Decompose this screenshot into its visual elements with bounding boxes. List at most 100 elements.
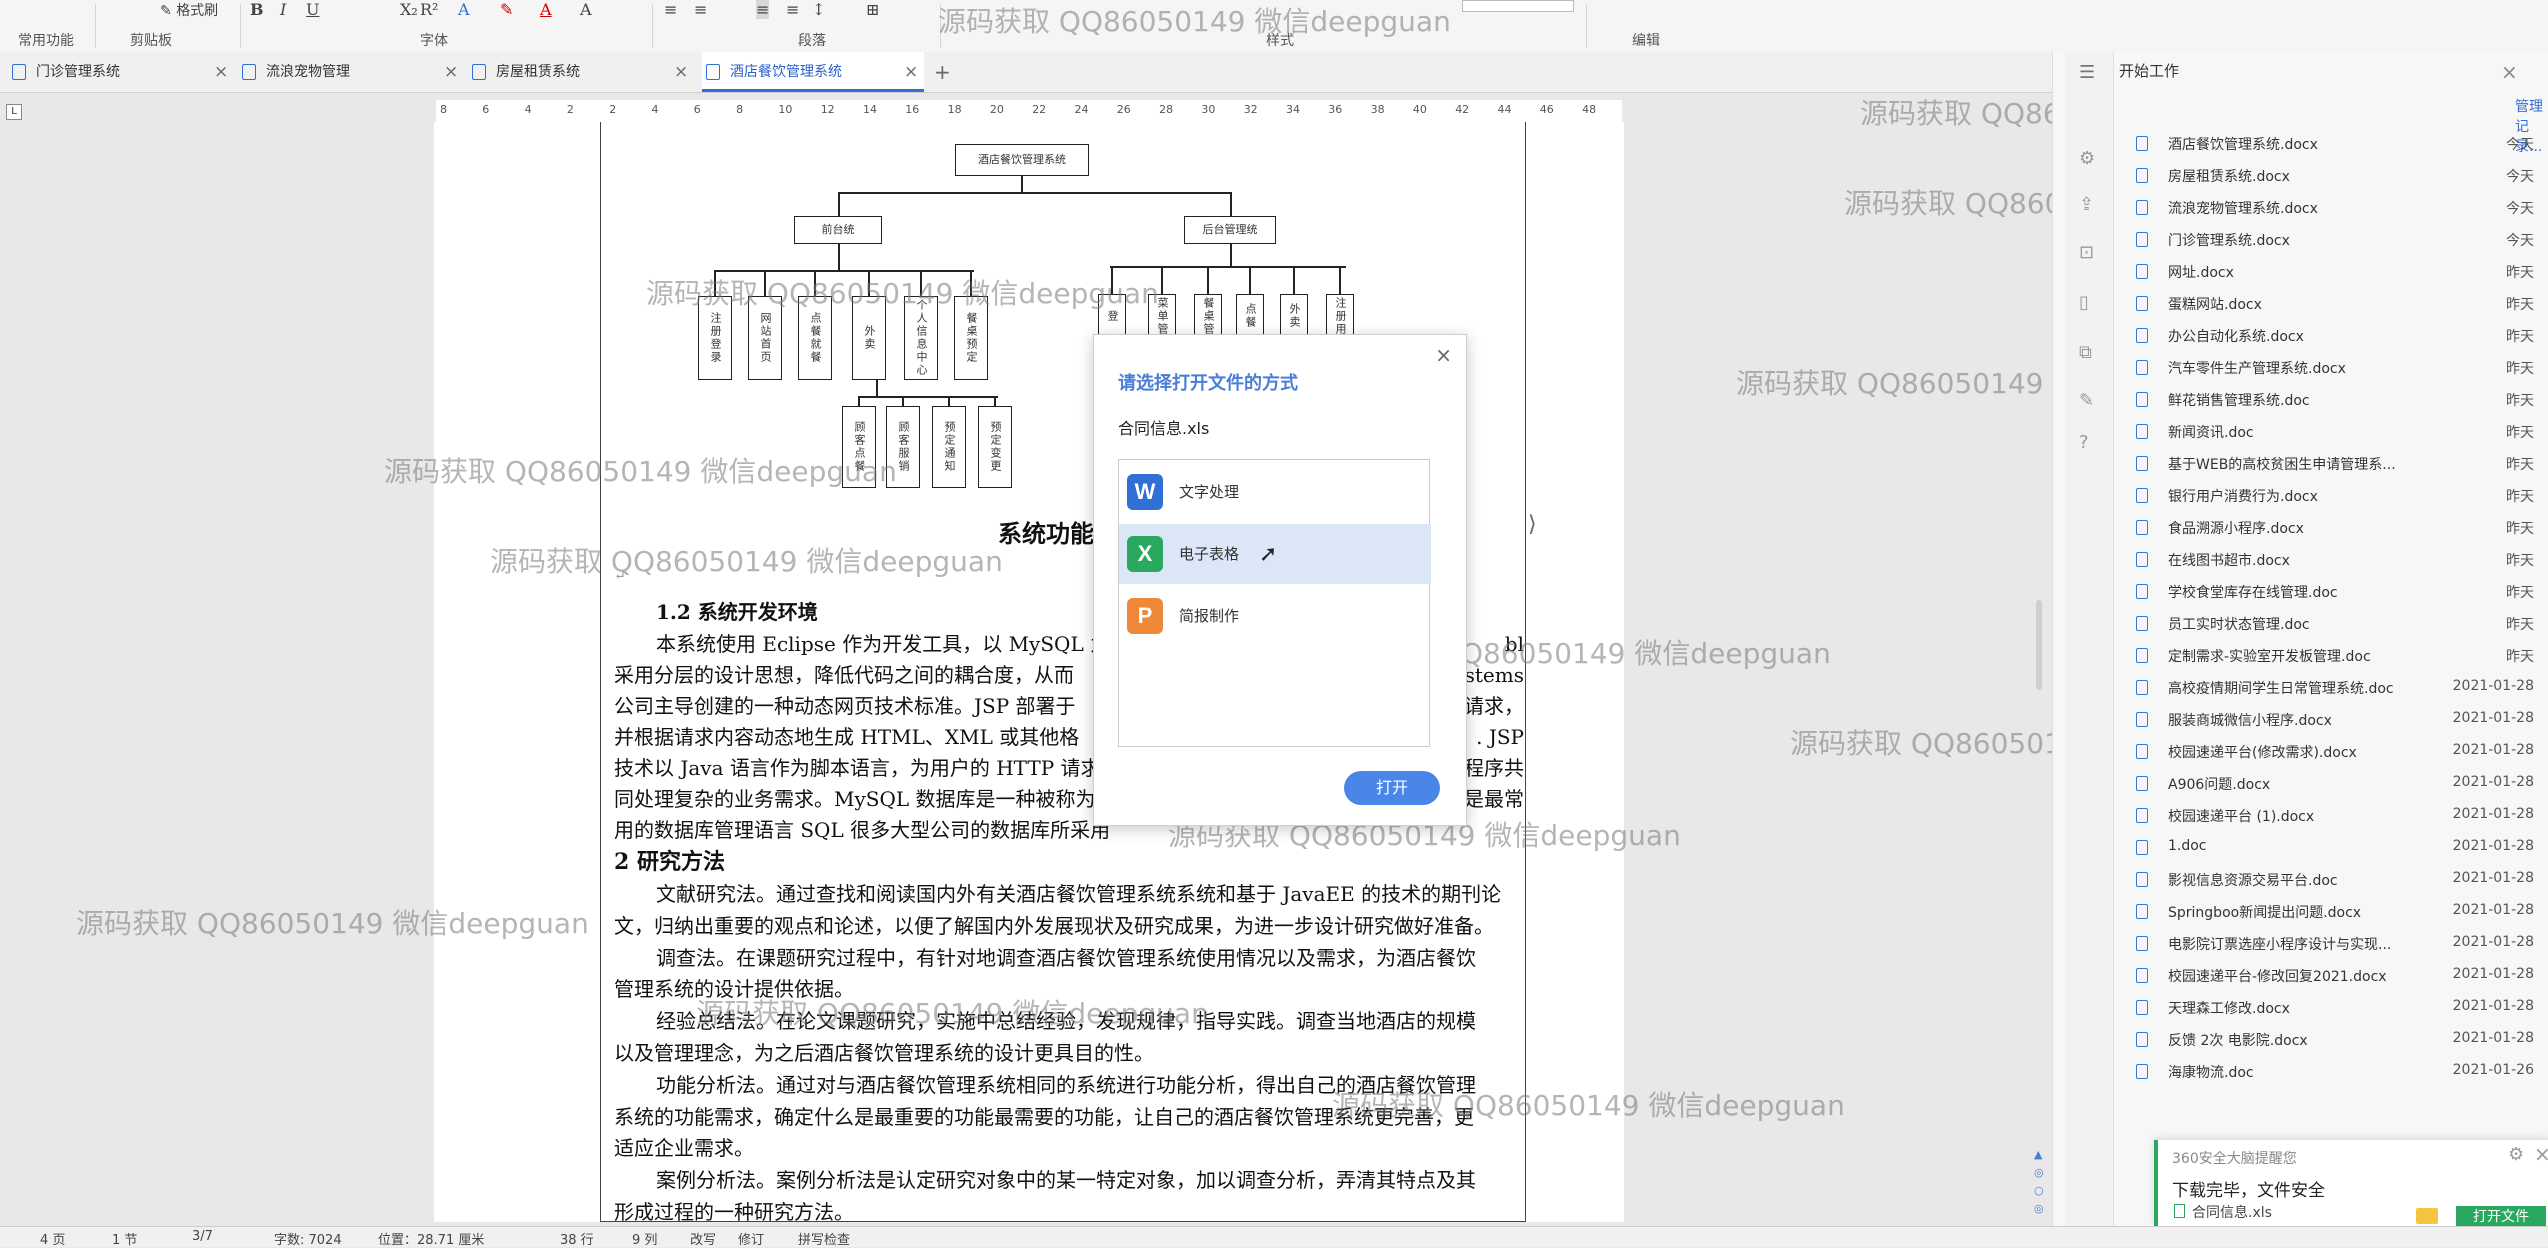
text-effect-icon[interactable]: A (458, 0, 470, 19)
recent-file-row[interactable]: 高校疫情期间学生日常管理系统.doc 2021-01-28 (2136, 672, 2548, 704)
diagram-node: 餐桌管 (1194, 294, 1222, 338)
body-line: 文献研究法。通过查找和阅读国内外有关酒店餐饮管理系统系统和基于 JavaEE 的… (656, 882, 1502, 906)
tab-rental[interactable]: 房屋租赁系统 × (472, 52, 692, 92)
underline-icon[interactable]: U (306, 0, 319, 19)
align-center-icon[interactable]: ≡ (694, 0, 707, 19)
recent-file-name: 影视信息资源交易平台.doc (2168, 873, 2338, 889)
italic-icon[interactable]: I (280, 0, 286, 19)
share-icon[interactable]: ⇪ (2079, 194, 2094, 215)
recent-file-name: 汽车零件生产管理系统.docx (2168, 361, 2346, 377)
line-spacing-icon[interactable]: ↕ (812, 0, 825, 19)
doc-file-icon (2136, 136, 2148, 151)
recent-file-row[interactable]: 学校食堂库存在线管理.doc 昨天 (2136, 576, 2548, 608)
recent-file-row[interactable]: 门诊管理系统.docx 今天 (2136, 224, 2548, 256)
recent-file-row[interactable]: Springboo新闻提出问题.docx 2021-01-28 (2136, 896, 2548, 928)
recent-file-row[interactable]: 天理森工修改.docx 2021-01-28 (2136, 992, 2548, 1024)
char-shading-icon[interactable]: A (580, 0, 592, 19)
recent-file-row[interactable]: 新闻资讯.doc 昨天 (2136, 416, 2548, 448)
tab-clinic[interactable]: 门诊管理系统 × (12, 52, 232, 92)
group-label-font: 字体 (420, 33, 448, 49)
recent-file-row[interactable]: 网址.docx 昨天 (2136, 256, 2548, 288)
recent-file-row[interactable]: 流浪宠物管理系统.docx 今天 (2136, 192, 2548, 224)
recent-file-row[interactable]: 校园速递平台 (1).docx 2021-01-28 (2136, 800, 2548, 832)
dialog-close-icon[interactable]: × (1435, 343, 1452, 367)
recent-file-row[interactable]: 影视信息资源交易平台.doc 2021-01-28 (2136, 864, 2548, 896)
close-icon[interactable]: × (214, 52, 228, 92)
recent-file-row[interactable]: 1.doc 2021-01-28 (2136, 832, 2548, 864)
status-spell-check[interactable]: 拼写检查 (798, 1229, 850, 1248)
format-painter-button[interactable]: ✎ 格式刷 (160, 0, 218, 20)
tab-hotel[interactable]: 酒店餐饮管理系统 × (702, 52, 924, 92)
close-icon[interactable]: × (444, 52, 458, 92)
recent-file-row[interactable]: 酒店餐饮管理系统.docx 今天 (2136, 128, 2548, 160)
recent-file-row[interactable]: 在线图书超市.docx 昨天 (2136, 544, 2548, 576)
body-line: 并根据请求内容动态地生成 HTML、XML 或其他格 (614, 725, 1080, 749)
superscript-icon[interactable]: R² (420, 0, 438, 19)
status-overwrite[interactable]: 改写 (690, 1229, 716, 1248)
recent-file-row[interactable]: 定制需求-实验室开发板管理.doc 昨天 (2136, 640, 2548, 672)
recent-file-row[interactable]: 基于WEB的高校贫困生申请管理系... 昨天 (2136, 448, 2548, 480)
horizontal-ruler[interactable]: 8 6 4 2 2 4 6 8 10 12 14 16 18 20 22 24 26 28 30 32 34 36 38 40… (436, 100, 1622, 123)
clipboard-icon[interactable]: ▯ (2079, 292, 2089, 313)
ruler-tick-label: 38 (1370, 103, 1385, 116)
notification-close-icon[interactable]: × (2534, 1142, 2548, 1166)
subscript-icon[interactable]: X₂ (400, 0, 418, 19)
distributed-icon[interactable]: ≡ (786, 0, 799, 19)
recent-file-row[interactable]: 银行用户消费行为.docx 昨天 (2136, 480, 2548, 512)
open-file-button[interactable]: 打开文件 (2456, 1206, 2546, 1228)
watermark-text: 源码获取 QQ86050149 微信deepguan (76, 907, 589, 940)
close-icon[interactable]: × (904, 52, 918, 92)
highlight-icon[interactable]: ✎ (500, 0, 513, 19)
pane-close-icon[interactable]: × (2501, 60, 2518, 84)
option-spreadsheet[interactable]: X 电子表格 ➚ (1119, 524, 1431, 584)
align-left-icon[interactable]: ≡ (664, 0, 677, 19)
recent-file-row[interactable]: A906问题.docx 2021-01-28 (2136, 768, 2548, 800)
recent-file-row[interactable]: 服装商城微信小程序.docx 2021-01-28 (2136, 704, 2548, 736)
recent-file-row[interactable]: 蛋糕网站.docx 昨天 (2136, 288, 2548, 320)
recent-file-row[interactable]: 反馈 2次 电影院.docx 2021-01-28 (2136, 1024, 2548, 1056)
recent-file-row[interactable]: 海康物流.doc 2021-01-26 (2136, 1056, 2548, 1088)
recent-file-row[interactable]: 鲜花销售管理系统.doc 昨天 (2136, 384, 2548, 416)
recent-file-row[interactable]: 电影院订票选座小程序设计与实现... 2021-01-28 (2136, 928, 2548, 960)
recent-file-name: 鲜花销售管理系统.doc (2168, 393, 2310, 409)
scrollbar-thumb[interactable] (2036, 600, 2042, 690)
notification-settings-icon[interactable]: ⚙ (2508, 1144, 2524, 1165)
recent-file-row[interactable]: 校园速递平台(修改需求).docx 2021-01-28 (2136, 736, 2548, 768)
option-presentation[interactable]: P 简报制作 (1119, 586, 1431, 646)
menu-icon[interactable]: ☰ (2079, 62, 2095, 83)
recent-file-row[interactable]: 食品溯源小程序.docx 昨天 (2136, 512, 2548, 544)
new-tab-button[interactable]: + (934, 52, 951, 92)
font-color-icon[interactable]: A (540, 0, 552, 19)
collapse-handle-icon[interactable]: ⟩ (1528, 512, 1537, 537)
close-icon[interactable]: × (674, 52, 688, 92)
recent-file-row[interactable]: 房屋租赁系统.docx 今天 (2136, 160, 2548, 192)
style-box[interactable] (1462, 0, 1574, 12)
bold-icon[interactable]: B (250, 0, 264, 19)
justify-icon[interactable]: ≡ (756, 0, 770, 19)
status-words[interactable]: 字数: 7024 (274, 1229, 342, 1248)
tab-label: 门诊管理系统 (36, 64, 120, 80)
status-track-changes[interactable]: 修订 (738, 1229, 764, 1248)
copy-icon[interactable]: ⧉ (2079, 342, 2092, 363)
edit-icon[interactable]: ✎ (2079, 390, 2094, 411)
help-icon[interactable]: ? (2079, 432, 2089, 453)
doc-file-icon (2136, 520, 2148, 535)
recent-file-row[interactable]: 汽车零件生产管理系统.docx 昨天 (2136, 352, 2548, 384)
connector (838, 192, 1232, 194)
open-button[interactable]: 打开 (1344, 771, 1440, 805)
scroll-nav[interactable]: ▲ ◎ ○ ◎ (2034, 1146, 2046, 1222)
folder-icon[interactable] (2416, 1208, 2438, 1224)
recent-file-row[interactable]: 校园速递平台-修改回复2021.docx 2021-01-28 (2136, 960, 2548, 992)
option-writer[interactable]: W 文字处理 (1119, 462, 1431, 522)
ruler-tick-label: 8 (736, 103, 744, 116)
recent-file-row[interactable]: 办公自动化系统.docx 昨天 (2136, 320, 2548, 352)
settings-icon[interactable]: ⚙ (2079, 148, 2095, 169)
body-line: 技术以 Java 语言作为脚本语言，为用户的 HTTP 请求 (614, 756, 1101, 780)
recent-file-row[interactable]: 员工实时状态管理.doc 昨天 (2136, 608, 2548, 640)
tab-stop-icon[interactable]: L (6, 104, 22, 120)
body-line: 调查法。在课题研究过程中，有针对地调查酒店餐饮管理系统使用情况以及需求，为酒店餐… (656, 945, 1476, 970)
tab-pet[interactable]: 流浪宠物管理 × (242, 52, 462, 92)
border-icon[interactable]: ⊞ (866, 0, 879, 19)
doc-file-icon (2136, 424, 2148, 439)
lock-icon[interactable]: ⊡ (2079, 242, 2094, 263)
